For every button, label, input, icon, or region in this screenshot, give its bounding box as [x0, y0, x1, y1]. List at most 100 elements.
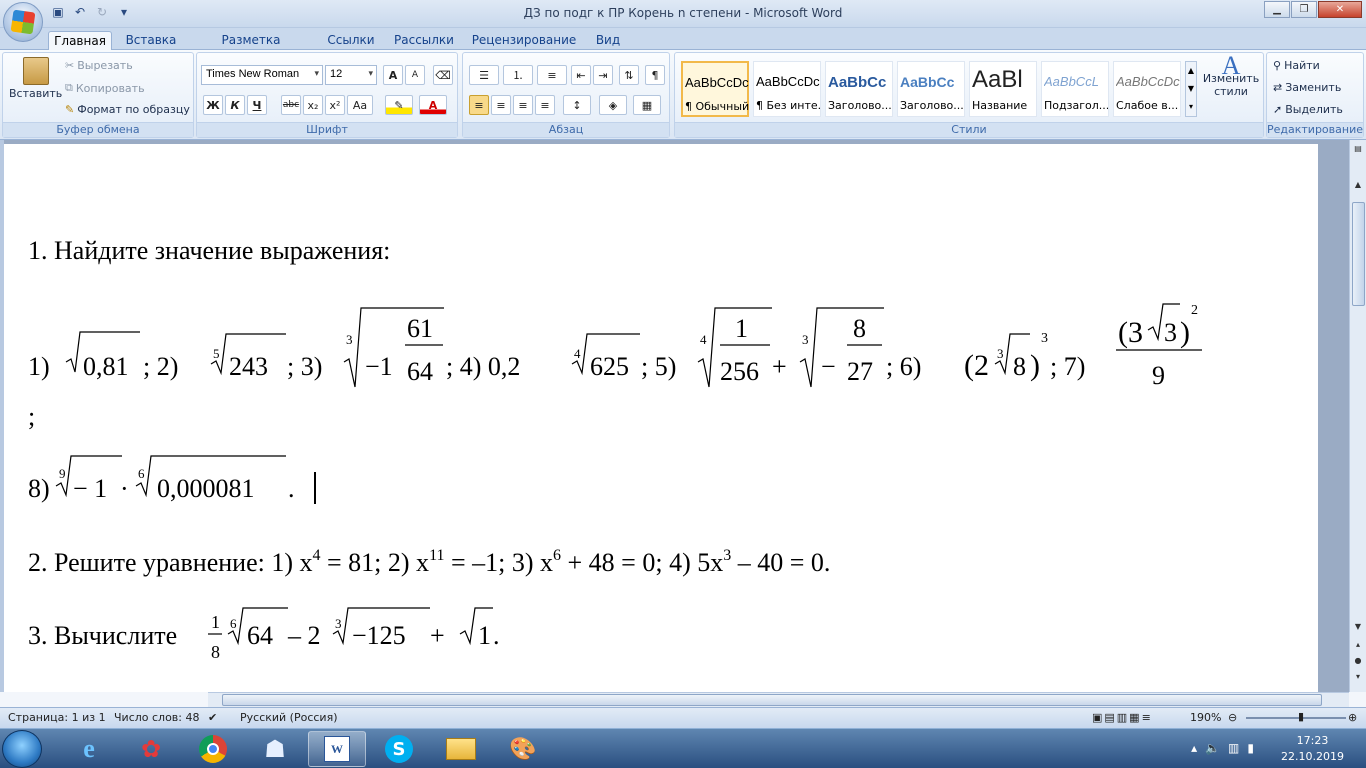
skype-icon[interactable]: S: [370, 731, 428, 767]
word-taskbar-icon[interactable]: W: [308, 731, 366, 767]
tab-view[interactable]: Вид: [590, 31, 626, 51]
save-icon[interactable]: ▣: [50, 4, 66, 20]
font-size-combo[interactable]: 12: [325, 65, 377, 85]
tab-home[interactable]: Главная: [48, 31, 112, 51]
style-no-spacing[interactable]: AaBbCcDc ¶ Без инте...: [753, 61, 821, 117]
minimize-button[interactable]: ▁: [1264, 1, 1290, 18]
shrink-font-button[interactable]: A: [405, 65, 425, 85]
styles-scroll-icon[interactable]: ▲ ▼ ▾: [1185, 61, 1197, 117]
clear-formatting-icon[interactable]: ⌫: [433, 65, 453, 85]
italic-button[interactable]: К: [225, 95, 245, 115]
line-spacing-icon[interactable]: ↕: [563, 95, 591, 115]
strikethrough-button[interactable]: abc: [281, 95, 301, 115]
explorer-folder-icon[interactable]: [432, 731, 490, 767]
align-center-icon[interactable]: ≡: [491, 95, 511, 115]
proofing-icon[interactable]: ✔: [208, 711, 217, 724]
signal-icon[interactable]: ▮: [1247, 741, 1254, 755]
style-heading-1[interactable]: AaBbCc Заголово...: [825, 61, 893, 117]
borders-icon[interactable]: ▦: [633, 95, 661, 115]
office-button[interactable]: [3, 2, 43, 42]
numbering-icon[interactable]: ⒈: [503, 65, 533, 85]
change-case-button[interactable]: Aa: [347, 95, 373, 115]
zoom-slider[interactable]: [1246, 717, 1346, 719]
show-marks-icon[interactable]: ¶: [645, 65, 665, 85]
select-button[interactable]: ➚ Выделить: [1273, 103, 1343, 116]
replace-button[interactable]: ⇄ Заменить: [1273, 81, 1341, 94]
zoom-in-icon[interactable]: ⊕: [1348, 711, 1357, 724]
radicand-minus-1: − 1: [73, 474, 107, 503]
change-styles-button[interactable]: A Изменить стили: [1203, 53, 1259, 99]
decrease-indent-icon[interactable]: ⇤: [571, 65, 591, 85]
font-color-icon[interactable]: A: [419, 95, 447, 115]
underline-button[interactable]: Ч: [247, 95, 267, 115]
root-index-4: 4: [574, 346, 581, 361]
page-counter[interactable]: Страница: 1 из 1: [8, 711, 106, 724]
paint-icon[interactable]: 🎨: [494, 731, 552, 767]
shading-icon[interactable]: ◈: [599, 95, 627, 115]
horizontal-scroll-thumb[interactable]: [222, 694, 1322, 706]
network-icon[interactable]: ▥: [1228, 741, 1239, 755]
align-left-icon[interactable]: ≡: [469, 95, 489, 115]
word-count[interactable]: Число слов: 48: [114, 711, 200, 724]
radicand-1: 1: [478, 621, 491, 650]
horizontal-scrollbar[interactable]: [208, 692, 1349, 707]
zoom-out-icon[interactable]: ⊖: [1228, 711, 1237, 724]
view-buttons-icon[interactable]: ▣▤▥▦≡: [1092, 711, 1153, 724]
app-people-icon[interactable]: ☗: [246, 731, 304, 767]
document-page[interactable]: 1. Найдите значение выражения: 1) 0,81 ;…: [4, 144, 1318, 692]
previous-page-icon[interactable]: ▴: [1351, 640, 1365, 654]
bullets-icon[interactable]: ☰: [469, 65, 499, 85]
format-painter-button[interactable]: ✎ Формат по образцу: [65, 103, 190, 116]
cut-button[interactable]: ✂ Вырезать: [65, 59, 133, 72]
close-button[interactable]: ✕: [1318, 1, 1362, 18]
style-subtitle[interactable]: AaBbCcL Подзагол...: [1041, 61, 1109, 117]
style-normal[interactable]: AaBbCcDc ¶ Обычный: [681, 61, 749, 117]
find-button[interactable]: ⚲ Найти: [1273, 59, 1320, 72]
tab-page-layout[interactable]: Разметка страницы: [192, 31, 310, 61]
scroll-up-icon[interactable]: ▲: [1351, 180, 1365, 194]
tab-references[interactable]: Ссылки: [322, 31, 380, 51]
style-subtle-emphasis[interactable]: AaBbCcDc Слабое в...: [1113, 61, 1181, 117]
redo-icon[interactable]: ↻: [94, 4, 110, 20]
highlight-icon[interactable]: ✎: [385, 95, 413, 115]
vertical-scrollbar[interactable]: ▤ ▲ ▼ ▴ ● ▾: [1349, 140, 1366, 692]
browse-object-icon[interactable]: ●: [1351, 656, 1365, 670]
vertical-scroll-thumb[interactable]: [1352, 202, 1365, 306]
next-page-icon[interactable]: ▾: [1351, 672, 1365, 686]
style-heading-2[interactable]: AaBbCc Заголово...: [897, 61, 965, 117]
tray-expand-icon[interactable]: ▴: [1191, 741, 1197, 755]
language-indicator[interactable]: Русский (Россия): [240, 711, 338, 724]
align-right-icon[interactable]: ≡: [513, 95, 533, 115]
justify-icon[interactable]: ≡: [535, 95, 555, 115]
app-flower-icon[interactable]: ✿: [122, 731, 180, 767]
tab-mailings[interactable]: Рассылки: [390, 31, 458, 51]
maximize-button[interactable]: ❐: [1291, 1, 1317, 18]
volume-icon[interactable]: 🔈: [1205, 741, 1220, 755]
copy-button[interactable]: ⧉ Копировать: [65, 81, 145, 95]
tab-insert[interactable]: Вставка: [120, 31, 182, 51]
undo-icon[interactable]: ↶: [72, 4, 88, 20]
superscript-button[interactable]: x²: [325, 95, 345, 115]
increase-indent-icon[interactable]: ⇥: [593, 65, 613, 85]
item-6-label: ; 6): [886, 352, 921, 381]
bold-button[interactable]: Ж: [203, 95, 223, 115]
clock[interactable]: 17:23 22.10.2019: [1281, 733, 1344, 765]
multilevel-list-icon[interactable]: ≡: [537, 65, 567, 85]
grow-font-button[interactable]: A: [383, 65, 403, 85]
customize-qat-icon[interactable]: ▾: [116, 4, 132, 20]
zoom-slider-thumb[interactable]: ▮: [1298, 710, 1304, 723]
zoom-level[interactable]: 190%: [1190, 711, 1221, 724]
taskbar: e ✿ ☗ W S 🎨 ▴ 🔈 ▥ ▮ 17:23 22.10.2019: [0, 728, 1366, 768]
font-name-combo[interactable]: Times New Roman: [201, 65, 323, 85]
ruler-toggle-icon[interactable]: ▤: [1351, 144, 1365, 158]
paste-button[interactable]: Вставить: [9, 57, 62, 100]
tab-review[interactable]: Рецензирование: [470, 31, 578, 51]
chrome-icon[interactable]: [184, 731, 242, 767]
editing-group-label: Редактирование: [1267, 122, 1363, 137]
start-button[interactable]: [2, 730, 42, 768]
style-title[interactable]: AaBl Название: [969, 61, 1037, 117]
internet-explorer-icon[interactable]: e: [60, 731, 118, 767]
sort-icon[interactable]: ⇅: [619, 65, 639, 85]
scroll-down-icon[interactable]: ▼: [1351, 622, 1365, 636]
subscript-button[interactable]: x₂: [303, 95, 323, 115]
